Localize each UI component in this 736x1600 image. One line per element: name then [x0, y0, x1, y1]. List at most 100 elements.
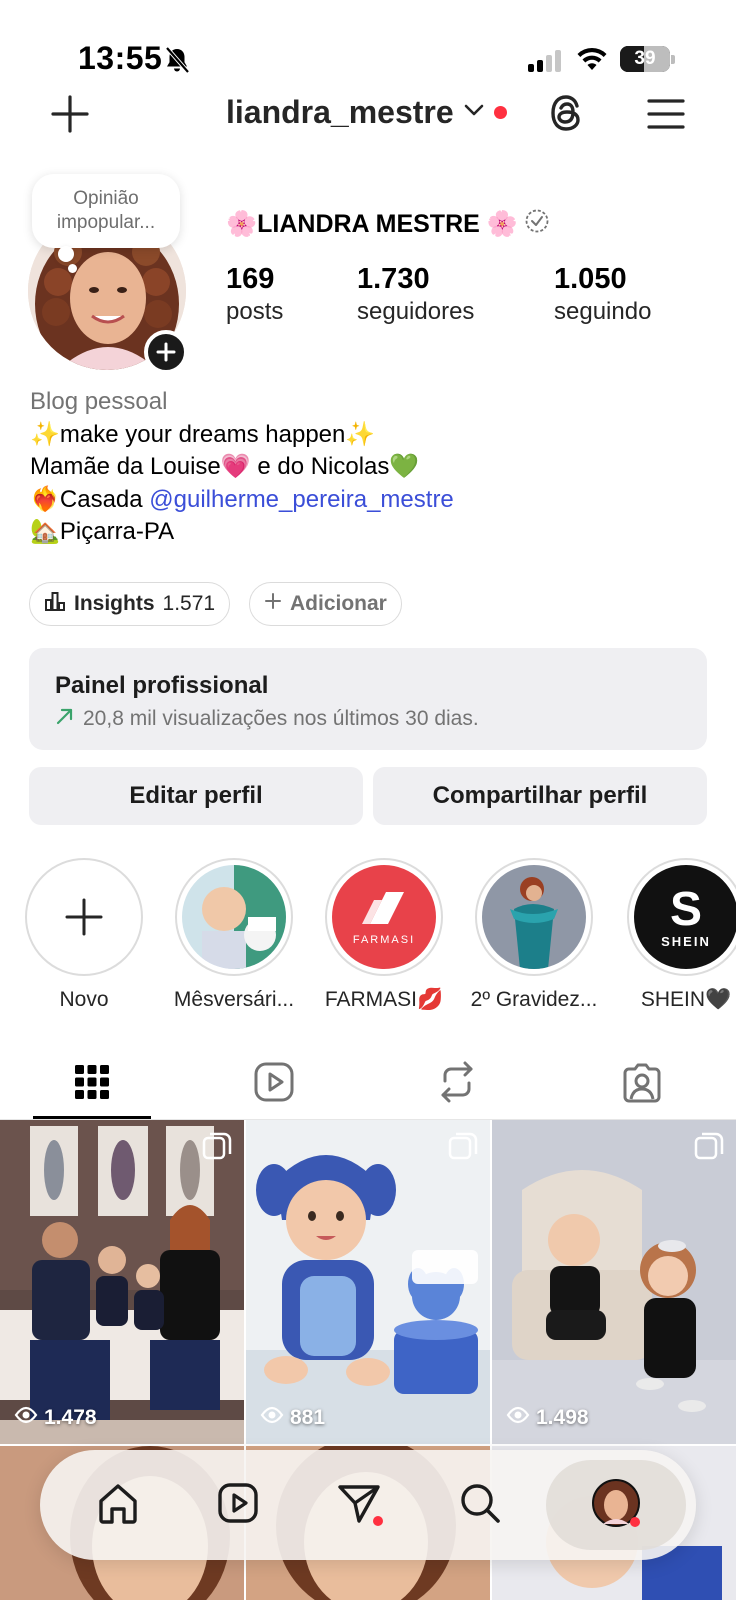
tab-reposts[interactable]	[397, 1048, 517, 1120]
view-count: 1.498	[506, 1406, 589, 1430]
plus-icon[interactable]	[48, 92, 92, 136]
account-switcher[interactable]: liandra_mestre	[226, 94, 507, 131]
insights-pill[interactable]: Insights 1.571	[29, 582, 231, 626]
active-tab-indicator	[33, 1116, 151, 1119]
bottom-navigation	[40, 1450, 696, 1560]
threads-icon[interactable]	[544, 90, 590, 136]
highlight-gravidez[interactable]: 2º Gravidez...	[471, 858, 597, 1012]
battery-icon: 39	[620, 46, 670, 72]
pro-panel-subtitle-row: 20,8 mil visualizações nos últimos 30 di…	[55, 706, 681, 732]
stat-posts-value: 169	[226, 263, 275, 295]
display-name-row: 🌸LIANDRA MESTRE 🌸	[226, 208, 550, 241]
farmasi-logo-text: FARMASI	[352, 934, 416, 946]
stat-posts[interactable]: 169 posts	[226, 262, 283, 328]
tagged-person-icon	[621, 1061, 663, 1108]
highlight-ring: FARMASI	[325, 858, 443, 976]
highlight-shein[interactable]: S SHEIN SHEIN🖤	[626, 858, 736, 1012]
profile-bio: Blog pessoal ✨make your dreams happen✨ M…	[30, 386, 710, 549]
stat-following[interactable]: 1.050 seguindo	[554, 262, 651, 328]
carousel-icon	[202, 1132, 232, 1167]
add-story-button[interactable]	[144, 330, 188, 374]
username: liandra_mestre	[226, 94, 454, 130]
add-pill[interactable]: Adicionar	[249, 582, 402, 626]
professional-dashboard-panel[interactable]: Painel profissional 20,8 mil visualizaçõ…	[29, 648, 707, 750]
grid-post[interactable]: 1.498	[492, 1120, 736, 1444]
nav-profile[interactable]	[576, 1450, 656, 1560]
view-count: 1.478	[14, 1406, 97, 1430]
battery-level: 39	[634, 48, 656, 69]
grid-post[interactable]: 1.478	[0, 1120, 244, 1444]
hamburger-menu-icon[interactable]	[644, 92, 688, 136]
grid-icon	[74, 1064, 110, 1105]
direct-messages-icon	[336, 1479, 384, 1532]
highlight-ring	[175, 858, 293, 976]
pro-panel-subtitle: 20,8 mil visualizações nos últimos 30 di…	[83, 707, 479, 730]
stat-followers[interactable]: 1.730 seguidores	[357, 262, 474, 328]
stat-followers-value: 1.730	[357, 263, 430, 295]
bio-line: ✨make your dreams happen✨	[30, 420, 376, 448]
grid-post[interactable]: 881	[246, 1120, 490, 1444]
tab-reels[interactable]	[214, 1048, 334, 1120]
display-name: 🌸LIANDRA MESTRE 🌸	[226, 210, 518, 238]
plus-icon	[264, 592, 282, 616]
search-icon	[458, 1481, 502, 1530]
note-bubble-tail	[58, 246, 74, 262]
profile-category: Blog pessoal	[30, 388, 168, 415]
shein-logo: S SHEIN	[634, 865, 736, 969]
battery-cap	[671, 55, 675, 64]
stat-following-value: 1.050	[554, 263, 627, 295]
chevron-down-icon	[464, 103, 484, 122]
highlight-new[interactable]: Novo	[24, 858, 144, 1012]
verified-check-icon	[524, 208, 550, 241]
bio-line: Mamãe da Louise💗 e do Nicolas💚	[30, 453, 420, 480]
tab-tagged[interactable]	[582, 1048, 702, 1120]
carousel-icon	[694, 1132, 724, 1167]
profile-top-bar: liandra_mestre	[0, 84, 736, 144]
eye-icon	[506, 1406, 530, 1430]
note-bubble-tail-small	[68, 264, 77, 273]
nav-search[interactable]	[440, 1450, 520, 1560]
cellular-signal-icon	[528, 50, 561, 72]
profile-avatar	[591, 1478, 641, 1533]
highlight-mesversario[interactable]: Mêsversári...	[174, 858, 294, 1012]
farmasi-logo: FARMASI	[332, 865, 436, 969]
shein-logo-letter: S	[669, 882, 702, 936]
status-time: 13:55	[78, 40, 163, 76]
highlight-cover-image	[182, 865, 286, 969]
insights-label: Insights	[74, 592, 155, 615]
reels-icon	[216, 1481, 260, 1530]
stat-following-label: seguindo	[554, 298, 652, 325]
edit-profile-button[interactable]: Editar perfil	[29, 767, 363, 825]
note-bubble[interactable]: Opinião impopular...	[32, 174, 180, 248]
bio-mention-link[interactable]: @guilherme_pereira_mestre	[149, 486, 454, 513]
view-count: 881	[260, 1406, 325, 1430]
highlight-label: 2º Gravidez...	[470, 988, 598, 1011]
highlight-farmasi[interactable]: FARMASI FARMASI💋	[324, 858, 444, 1012]
shein-logo-text: SHEIN	[661, 933, 711, 949]
insights-value: 1.571	[162, 592, 216, 615]
plus-icon	[32, 865, 136, 969]
nav-reels[interactable]	[198, 1450, 278, 1560]
view-count-value: 1.498	[536, 1406, 589, 1429]
view-count-value: 881	[290, 1406, 326, 1429]
bio-line: 🏡Piçarra-PA	[30, 518, 175, 545]
highlight-cover-image	[482, 865, 586, 969]
profile-content-tabs	[0, 1048, 736, 1120]
highlight-ring: S SHEIN	[627, 858, 736, 976]
nav-direct[interactable]	[320, 1450, 400, 1560]
eye-icon	[260, 1406, 284, 1430]
eye-icon	[14, 1406, 38, 1430]
bio-line: ❤️‍🔥Casada @guilherme_pereira_mestre	[30, 484, 710, 517]
home-icon	[96, 1481, 140, 1530]
trend-up-arrow-icon	[55, 706, 75, 732]
nav-home[interactable]	[78, 1450, 158, 1560]
stat-followers-label: seguidores	[357, 298, 475, 325]
highlight-label: Mêsversári...	[173, 988, 295, 1011]
tab-grid[interactable]	[32, 1048, 152, 1120]
reels-icon	[253, 1061, 295, 1108]
add-label: Adicionar	[290, 592, 387, 615]
highlight-ring	[25, 858, 143, 976]
highlight-label: FARMASI💋	[324, 988, 444, 1011]
bar-chart-icon	[44, 590, 66, 618]
share-profile-button[interactable]: Compartilhar perfil	[373, 767, 707, 825]
